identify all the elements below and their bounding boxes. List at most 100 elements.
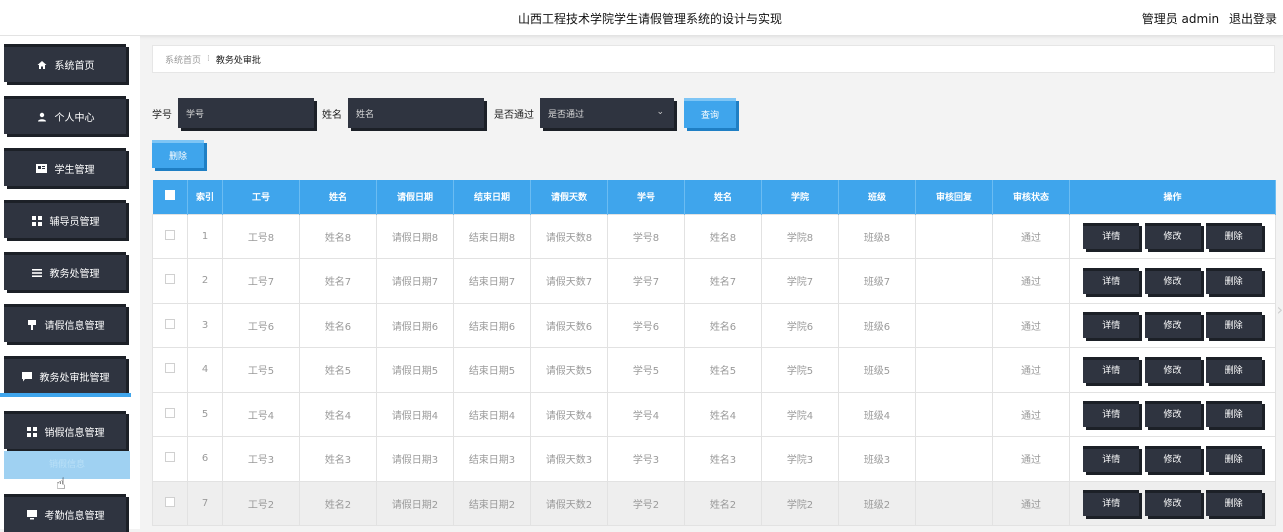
cell-index: 3 [187, 302, 223, 348]
cell-class: 班级3 [838, 436, 916, 482]
cell-end-date: 结束日期3 [453, 436, 531, 482]
row-actions: 详情 修改 删除 [1069, 436, 1276, 482]
table-row: 5 工号4 姓名4 请假日期4 结束日期4 请假天数4 学号4 姓名4 学院4 班级4 通过 详情 修… [152, 391, 1276, 437]
query-button[interactable]: 查询 [684, 98, 736, 128]
cell-work-no: 工号2 [222, 480, 300, 526]
passed-select[interactable]: 是否通过 ⌄ [540, 98, 674, 128]
sidebar-item-cancel-leave[interactable]: 销假信息管理 [4, 411, 126, 449]
col-header: 学院 [761, 180, 839, 214]
sidebar-item-label: 销假信息管理 [44, 428, 105, 439]
breadcrumb-separator: ⁞ [207, 54, 210, 64]
cell-work-no: 工号6 [222, 302, 300, 348]
row-checkbox[interactable] [165, 274, 175, 285]
cell-class: 班级2 [838, 480, 916, 526]
cell-leave-date: 请假日期4 [376, 391, 454, 437]
cell-work-no: 工号3 [222, 436, 300, 482]
cell-college: 学院4 [761, 391, 839, 437]
detail-button[interactable]: 详情 [1083, 267, 1140, 294]
edit-button[interactable]: 修改 [1144, 223, 1201, 250]
sidebar-item-label: 系统首页 [54, 61, 95, 72]
sidebar-item-leave-info[interactable]: 请假信息管理 [4, 304, 126, 342]
row-checkbox[interactable] [165, 318, 175, 329]
row-select-cell[interactable] [152, 258, 188, 304]
sidebar-item-academic-affairs[interactable]: 教务处管理 [4, 252, 126, 290]
delete-button[interactable]: 删除 [1205, 223, 1262, 250]
sidebar-item-students[interactable]: 学生管理 [4, 148, 126, 186]
cell-reply [915, 302, 993, 348]
breadcrumb-home[interactable]: 系统首页 [165, 53, 201, 66]
cell-student-no: 学号3 [607, 436, 685, 482]
delete-button[interactable]: 删除 [1205, 445, 1262, 472]
sidebar-item-label: 个人中心 [54, 113, 95, 124]
sidebar-item-label: 教务处管理 [49, 269, 100, 280]
select-all-cell[interactable] [152, 180, 188, 214]
cell-status: 通过 [992, 302, 1070, 348]
batch-delete-button[interactable]: 删除 [152, 140, 204, 168]
cell-status: 通过 [992, 391, 1070, 437]
hand-cursor-icon: ☝ [56, 474, 66, 493]
edit-button[interactable]: 修改 [1144, 356, 1201, 383]
sidebar-item-profile[interactable]: 个人中心 [4, 96, 126, 134]
admin-label: 管理员 admin [1141, 12, 1220, 26]
row-select-cell[interactable] [152, 436, 188, 482]
edit-button[interactable]: 修改 [1144, 445, 1201, 472]
detail-button[interactable]: 详情 [1083, 401, 1140, 428]
cell-status: 通过 [992, 258, 1070, 304]
select-all-checkbox[interactable] [164, 190, 175, 201]
delete-button[interactable]: 删除 [1205, 490, 1262, 517]
student-no-input[interactable]: 学号 [178, 98, 314, 128]
chevron-right-icon[interactable]: › [1277, 300, 1283, 319]
passed-label: 是否通过 [494, 109, 534, 121]
submenu-item-cancel-leave[interactable]: 销假信息 [4, 451, 130, 479]
home-icon [36, 59, 48, 71]
col-header: 学号 [607, 180, 685, 214]
row-checkbox[interactable] [165, 363, 175, 374]
row-actions: 详情 修改 删除 [1069, 302, 1276, 348]
sidebar-item-counselors[interactable]: 辅导员管理 [4, 200, 126, 238]
sidebar-item-approval[interactable]: 教务处审批管理 [4, 356, 126, 394]
delete-button[interactable]: 删除 [1205, 401, 1262, 428]
detail-button[interactable]: 详情 [1083, 223, 1140, 250]
cell-work-no: 工号4 [222, 391, 300, 437]
cell-class: 班级8 [838, 213, 916, 259]
message-icon [21, 371, 33, 383]
name-input[interactable]: 姓名 [348, 98, 484, 128]
cell-name: 姓名7 [299, 258, 377, 304]
row-select-cell[interactable] [152, 302, 188, 348]
cell-status: 通过 [992, 213, 1070, 259]
row-select-cell[interactable] [152, 391, 188, 437]
row-select-cell[interactable] [152, 347, 188, 393]
row-checkbox[interactable] [165, 496, 175, 507]
detail-button[interactable]: 详情 [1083, 445, 1140, 472]
cell-days: 请假天数6 [530, 302, 608, 348]
cell-student-name: 姓名6 [684, 302, 762, 348]
cell-college: 学院6 [761, 302, 839, 348]
sidebar-item-label: 考勤信息管理 [44, 511, 105, 522]
student-no-placeholder: 学号 [186, 109, 205, 120]
detail-button[interactable]: 详情 [1083, 356, 1140, 383]
detail-button[interactable]: 详情 [1083, 312, 1140, 339]
delete-button[interactable]: 删除 [1205, 312, 1262, 339]
edit-button[interactable]: 修改 [1144, 267, 1201, 294]
row-select-cell[interactable] [152, 480, 188, 526]
row-checkbox[interactable] [165, 452, 175, 463]
edit-button[interactable]: 修改 [1144, 401, 1201, 428]
detail-button[interactable]: 详情 [1083, 490, 1140, 517]
logout-link[interactable]: 退出登录 [1229, 12, 1277, 26]
sidebar-item-attendance[interactable]: 考勤信息管理 [4, 494, 126, 532]
cell-days: 请假天数2 [530, 480, 608, 526]
col-header: 操作 [1069, 180, 1276, 214]
sidebar-item-home[interactable]: 系统首页 [4, 44, 126, 82]
row-checkbox[interactable] [165, 229, 175, 240]
edit-button[interactable]: 修改 [1144, 490, 1201, 517]
name-label: 姓名 [322, 109, 342, 121]
data-table-container: 索引 工号 姓名 请假日期 结束日期 请假天数 学号 姓名 学院 班级 审核回复… [152, 180, 1276, 526]
edit-button[interactable]: 修改 [1144, 312, 1201, 339]
cell-days: 请假天数3 [530, 436, 608, 482]
delete-button[interactable]: 删除 [1205, 267, 1262, 294]
cell-index: 5 [187, 391, 223, 437]
row-select-cell[interactable] [152, 213, 188, 259]
delete-button[interactable]: 删除 [1205, 356, 1262, 383]
row-checkbox[interactable] [165, 407, 175, 418]
cell-reply [915, 436, 993, 482]
